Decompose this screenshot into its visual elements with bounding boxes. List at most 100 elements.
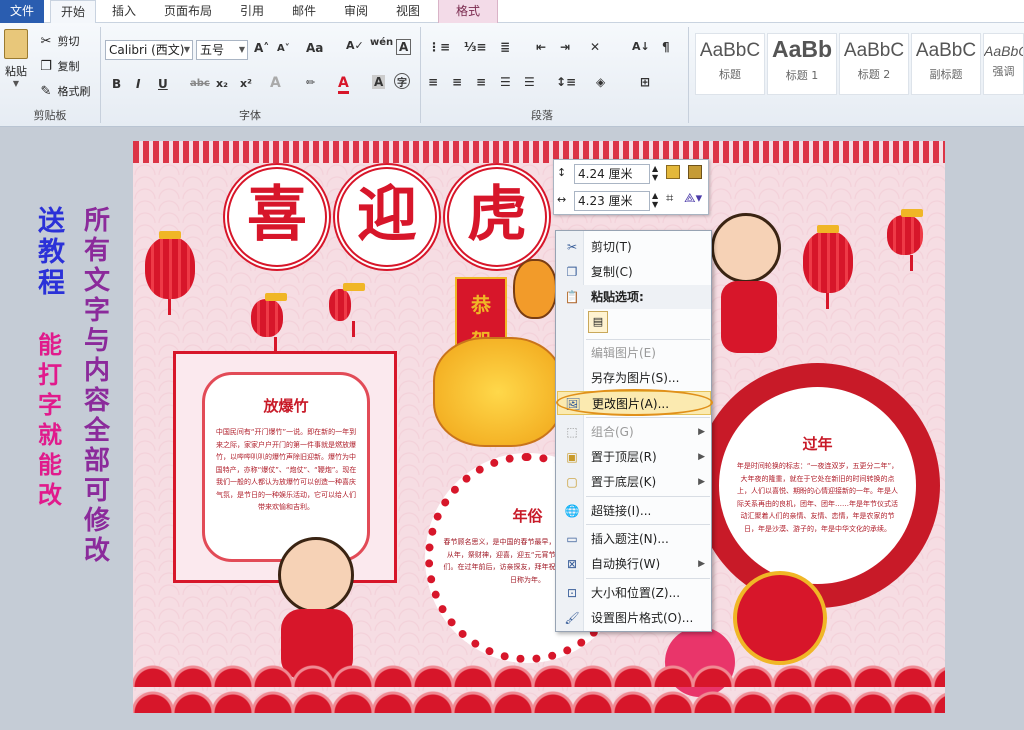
chinese-layout-icon[interactable]: ✕ — [590, 40, 600, 54]
menu-item-group[interactable]: ⬚ 组合(G) ▶ — [557, 420, 711, 444]
font-name-combo[interactable]: Calibri (西文) ▼ — [105, 40, 193, 60]
menu-separator — [586, 417, 710, 418]
clear-format-icon[interactable]: A✓ — [346, 39, 364, 52]
phonetic-guide-icon[interactable]: wén — [370, 37, 393, 48]
decrease-indent-icon[interactable]: ⇤ — [536, 40, 546, 54]
justify-icon[interactable]: ☰ — [500, 75, 511, 89]
cut-button[interactable]: ✂ 剪切 — [38, 33, 80, 49]
send-backward-icon[interactable] — [688, 165, 702, 179]
format-painter-button[interactable]: ✎ 格式刷 — [38, 83, 91, 99]
style-emphasis[interactable]: AaBbC 强调 — [983, 33, 1024, 95]
grow-font-icon[interactable]: A˄ — [254, 41, 269, 55]
paste-button[interactable]: 粘贴 ▼ — [2, 29, 30, 99]
menu-item-insert-caption[interactable]: ▭ 插入题注(N)... — [557, 527, 711, 551]
menu-item-label: 设置图片格式(O)... — [591, 611, 694, 625]
menu-item-format-picture[interactable]: 🖌 设置图片格式(O)... — [557, 606, 711, 630]
width-spinner-icon[interactable]: ▲ ▼ — [652, 191, 658, 209]
tab-home[interactable]: 开始 — [50, 0, 96, 24]
copy-button[interactable]: ❐ 复制 — [38, 58, 79, 74]
highlight-icon[interactable]: ✏ — [306, 76, 315, 89]
borders-icon[interactable]: ⊞ — [640, 75, 650, 89]
align-left-icon[interactable]: ≡ — [428, 75, 438, 89]
distribute-icon[interactable]: ☰ — [524, 75, 535, 89]
style-heading-1[interactable]: AaBb 标题 1 — [767, 33, 837, 95]
style-label: 标题 2 — [857, 68, 891, 81]
menu-item-cut[interactable]: ✂ 剪切(T) — [557, 235, 711, 259]
tab-page-layout[interactable]: 页面布局 — [156, 0, 220, 23]
italic-icon[interactable]: I — [136, 77, 140, 91]
style-subtitle[interactable]: AaBbC 副标题 — [911, 33, 981, 95]
menu-item-edit-picture[interactable]: 编辑图片(E) — [557, 341, 711, 365]
tab-references[interactable]: 引用 — [232, 0, 272, 23]
menu-item-bring-to-front[interactable]: ▣ 置于顶层(R) ▶ — [557, 445, 711, 469]
divider — [420, 27, 421, 123]
width-field[interactable]: 4.23 厘米 — [574, 191, 650, 211]
menu-item-hyperlink[interactable]: 🌐 超链接(I)... — [557, 499, 711, 523]
tab-file[interactable]: 文件 — [0, 0, 44, 23]
menu-separator — [586, 496, 710, 497]
tab-review[interactable]: 审阅 — [336, 0, 376, 23]
tab-mailings[interactable]: 邮件 — [284, 0, 324, 23]
picture-size-toolbar: ↕ 4.24 厘米 ▲ ▼ ↔ 4.23 厘米 ▲ ▼ ⌗ ⟁▾ — [553, 159, 709, 215]
strikethrough-icon[interactable]: abc — [190, 78, 210, 89]
superscript-icon[interactable]: x² — [240, 77, 252, 90]
menu-item-send-to-back[interactable]: ▢ 置于底层(K) ▶ — [557, 470, 711, 494]
shrink-font-icon[interactable]: A˅ — [277, 43, 290, 54]
style-label: 标题 1 — [785, 69, 819, 82]
menu-item-save-as-picture[interactable]: 另存为图片(S)... — [557, 366, 711, 390]
font-name-value: Calibri (西文) — [109, 43, 185, 57]
bring-forward-icon[interactable] — [666, 165, 680, 179]
underline-icon[interactable]: U — [158, 77, 168, 91]
increase-indent-icon[interactable]: ⇥ — [560, 40, 570, 54]
show-marks-icon[interactable]: ¶ — [662, 40, 670, 54]
document-page: 喜 迎 虎 恭 贺 放爆竹 中国民间有“开门爆竹”一说。即在新的一年到来之际，家… — [133, 141, 945, 713]
menu-item-copy[interactable]: ❐ 复制(C) — [557, 260, 711, 284]
style-label: 强调 — [992, 65, 1015, 78]
tab-format[interactable]: 格式 — [438, 0, 498, 23]
align-center-icon[interactable]: ≡ — [452, 75, 462, 89]
crop-icon[interactable]: ⌗ — [666, 191, 673, 206]
bold-icon[interactable]: B — [112, 77, 121, 91]
text-effects-icon[interactable]: A — [270, 75, 281, 91]
paste-keep-format-button[interactable]: ▤ — [588, 311, 608, 333]
style-preview: AaBb — [771, 36, 833, 62]
numbering-icon[interactable]: ⅓≡ — [464, 40, 486, 54]
menu-item-label: 置于顶层(R) — [591, 450, 657, 464]
menu-separator — [586, 339, 710, 340]
enclose-char-icon[interactable]: 字 — [394, 73, 410, 89]
gold-ingot-picture — [433, 337, 563, 447]
rotate-icon[interactable]: ⟁▾ — [684, 191, 702, 206]
change-case-icon[interactable]: Aa — [306, 41, 323, 55]
line-spacing-icon[interactable]: ↕≡ — [556, 75, 576, 89]
multilevel-list-icon[interactable]: ≣ — [500, 40, 510, 54]
sort-icon[interactable]: A↓ — [632, 40, 650, 53]
paste-label: 粘贴 — [5, 65, 27, 78]
align-right-icon[interactable]: ≡ — [476, 75, 486, 89]
tab-insert[interactable]: 插入 — [104, 0, 144, 23]
char-shading-icon[interactable]: A — [372, 75, 386, 89]
submenu-arrow-icon: ▶ — [698, 452, 705, 462]
tab-view[interactable]: 视图 — [388, 0, 428, 23]
font-size-value: 五号 — [200, 43, 225, 57]
firecracker-panel-inner: 放爆竹 中国民间有“开门爆竹”一说。即在新的一年到来之际，家家户户开门的第一件事… — [202, 372, 370, 562]
height-spinner-icon[interactable]: ▲ ▼ — [652, 164, 658, 182]
style-title[interactable]: AaBbC 标题 — [695, 33, 765, 95]
paste-dropdown-icon[interactable]: ▼ — [2, 79, 30, 88]
bullets-icon[interactable]: ⋮≡ — [428, 40, 450, 54]
style-heading-2[interactable]: AaBbC 标题 2 — [839, 33, 909, 95]
shading-icon[interactable]: ◈ — [596, 75, 605, 89]
height-field[interactable]: 4.24 厘米 — [574, 164, 650, 184]
height-value: 4.24 厘米 — [578, 167, 633, 181]
width-icon: ↔ — [557, 193, 567, 206]
menu-item-label: 自动换行(W) — [591, 557, 661, 571]
menu-item-size-and-position[interactable]: ⊡ 大小和位置(Z)... — [557, 581, 711, 605]
char-border-icon[interactable]: A — [396, 39, 412, 55]
lantern-icon — [145, 231, 195, 315]
firecracker-title: 放爆竹 — [263, 397, 309, 415]
menu-item-wrap-text[interactable]: ⊠ 自动换行(W) ▶ — [557, 552, 711, 576]
menu-item-paste-options: 📋 粘贴选项: — [557, 285, 711, 309]
subscript-icon[interactable]: x₂ — [216, 77, 228, 90]
font-size-combo[interactable]: 五号 ▼ — [196, 40, 248, 60]
size-position-icon: ⊡ — [566, 586, 578, 600]
font-color-icon[interactable]: A — [338, 75, 349, 94]
